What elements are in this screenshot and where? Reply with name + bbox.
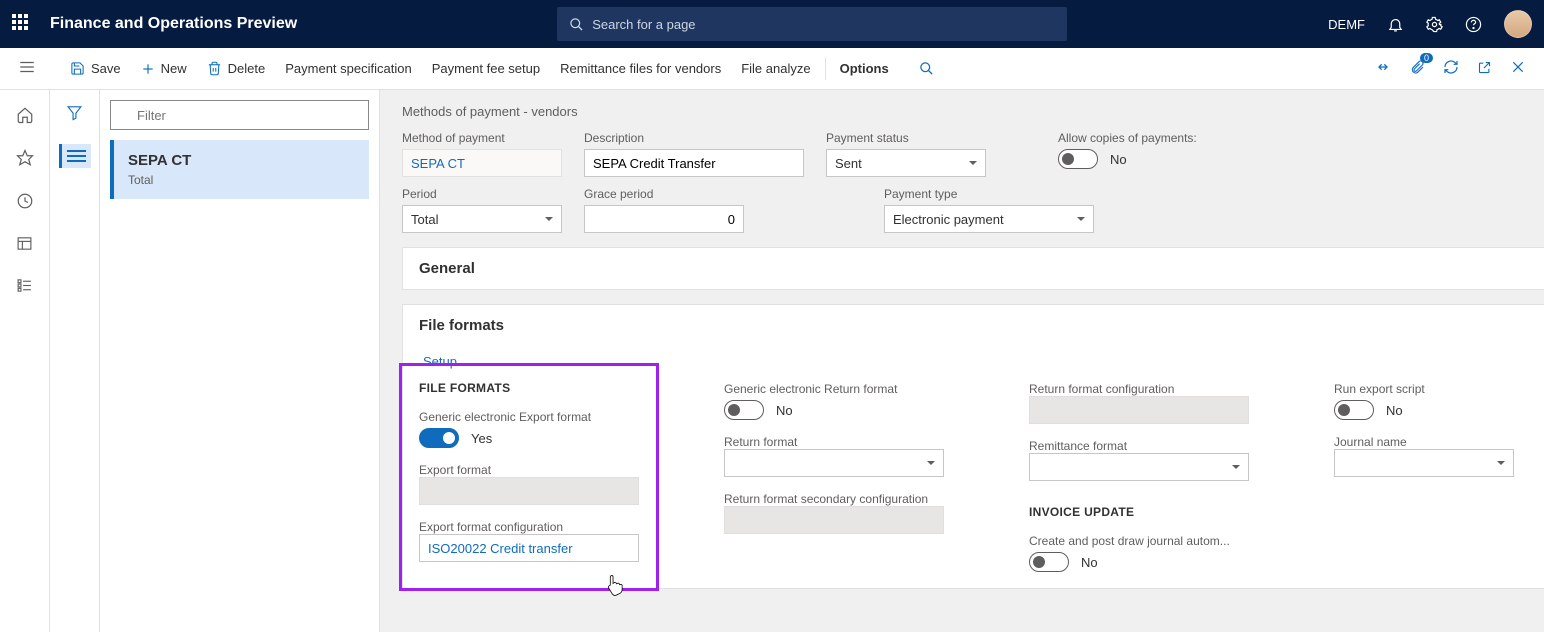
attach-icon[interactable]: 0 — [1409, 59, 1425, 78]
save-label: Save — [91, 61, 121, 76]
options-button[interactable]: Options — [830, 57, 899, 80]
method-label: Method of payment — [402, 131, 562, 145]
return-format-label: Return format — [724, 435, 797, 449]
view-lines-icon[interactable] — [59, 144, 91, 168]
description-input[interactable] — [584, 149, 804, 177]
list-column: SEPA CT Total — [100, 90, 380, 632]
gen-return-value: No — [776, 403, 793, 418]
entity-label[interactable]: DEMF — [1328, 17, 1365, 32]
description-label: Description — [584, 131, 804, 145]
return-secondary-input — [724, 506, 944, 534]
return-config-label: Return format configuration — [1029, 382, 1174, 396]
home-icon[interactable] — [16, 106, 34, 127]
return-secondary-label: Return format secondary configuration — [724, 492, 928, 506]
bell-icon[interactable] — [1387, 16, 1404, 33]
payment-spec-button[interactable]: Payment specification — [275, 57, 421, 80]
journal-name-label: Journal name — [1334, 435, 1407, 449]
grace-input[interactable] — [584, 205, 744, 233]
remittance-format-select[interactable] — [1029, 453, 1249, 481]
app-title: Finance and Operations Preview — [50, 15, 297, 33]
period-select[interactable]: Total — [402, 205, 562, 233]
create-post-toggle[interactable] — [1029, 552, 1069, 572]
list-item-title: SEPA CT — [128, 152, 355, 169]
popout-icon[interactable] — [1477, 60, 1492, 78]
link-icon[interactable] — [1375, 59, 1391, 78]
method-value[interactable]: SEPA CT — [402, 149, 562, 177]
menu-icon[interactable] — [18, 58, 36, 79]
avatar[interactable] — [1504, 10, 1532, 38]
return-config-input — [1029, 396, 1249, 424]
list-filter-input[interactable] — [110, 100, 369, 130]
ribbon: Save New Delete Payment specification Pa… — [0, 48, 1544, 90]
delete-button[interactable]: Delete — [197, 57, 276, 80]
allow-copies-toggle[interactable] — [1058, 149, 1098, 169]
grid-icon[interactable] — [16, 235, 33, 255]
main-area: Methods of payment - vendors Method of p… — [380, 90, 1544, 632]
allow-copies-label: Allow copies of payments: — [1058, 131, 1197, 145]
search-icon — [569, 17, 584, 32]
return-format-select[interactable] — [724, 449, 944, 477]
file-analyze-button[interactable]: File analyze — [731, 57, 820, 80]
remittance-format-label: Remittance format — [1029, 439, 1127, 453]
app-launcher-icon[interactable] — [12, 14, 32, 34]
nav-rail — [0, 90, 50, 632]
run-export-value: No — [1386, 403, 1403, 418]
close-icon[interactable] — [1510, 59, 1526, 78]
ribbon-search-button[interactable] — [909, 57, 944, 80]
journal-name-select[interactable] — [1334, 449, 1514, 477]
payment-status-label: Payment status — [826, 131, 986, 145]
save-icon — [70, 61, 85, 76]
create-post-label: Create and post draw journal autom... — [1029, 534, 1230, 548]
list-icon[interactable] — [16, 277, 33, 297]
remittance-button[interactable]: Remittance files for vendors — [550, 57, 731, 80]
section-file-formats-header[interactable]: File formats — [403, 305, 1544, 346]
search-icon — [919, 61, 934, 76]
new-button[interactable]: New — [131, 57, 197, 80]
ribbon-right: 0 — [1375, 59, 1536, 78]
breadcrumb: Methods of payment - vendors — [402, 104, 1544, 119]
gen-return-toggle[interactable] — [724, 400, 764, 420]
section-file-formats: File formats Setup FILE FORMATS Generic … — [402, 304, 1544, 589]
top-right-controls: DEMF — [1328, 10, 1532, 38]
search-input[interactable]: Search for a page — [557, 7, 1067, 41]
run-export-label: Run export script — [1334, 382, 1425, 396]
gen-return-label: Generic electronic Return format — [724, 382, 897, 396]
top-bar: Finance and Operations Preview Search fo… — [0, 0, 1544, 48]
invoice-update-heading: INVOICE UPDATE — [1029, 505, 1284, 519]
period-label: Period — [402, 187, 562, 201]
payment-type-label: Payment type — [884, 187, 1094, 201]
allow-copies-value: No — [1110, 152, 1127, 167]
clock-icon[interactable] — [16, 192, 34, 213]
payment-fee-button[interactable]: Payment fee setup — [422, 57, 550, 80]
list-item-sub: Total — [128, 173, 355, 187]
funnel-icon[interactable] — [66, 104, 83, 124]
help-icon[interactable] — [1465, 16, 1482, 33]
search-placeholder: Search for a page — [592, 17, 695, 32]
section-general-header[interactable]: General — [403, 248, 1544, 289]
attach-badge: 0 — [1420, 53, 1433, 63]
star-icon[interactable] — [16, 149, 34, 170]
grace-label: Grace period — [584, 187, 744, 201]
filter-column — [50, 90, 100, 632]
run-export-toggle[interactable] — [1334, 400, 1374, 420]
list-item[interactable]: SEPA CT Total — [110, 140, 369, 199]
highlight-box — [399, 363, 659, 591]
save-button[interactable]: Save — [60, 57, 131, 80]
refresh-icon[interactable] — [1443, 59, 1459, 78]
ribbon-separator — [825, 58, 826, 80]
plus-icon — [141, 62, 155, 76]
new-label: New — [161, 61, 187, 76]
create-post-value: No — [1081, 555, 1098, 570]
payment-type-select[interactable]: Electronic payment — [884, 205, 1094, 233]
trash-icon — [207, 61, 222, 76]
payment-status-select[interactable]: Sent — [826, 149, 986, 177]
gear-icon[interactable] — [1426, 16, 1443, 33]
page-body: SEPA CT Total Methods of payment - vendo… — [0, 90, 1544, 632]
section-general: General — [402, 247, 1544, 290]
delete-label: Delete — [228, 61, 266, 76]
